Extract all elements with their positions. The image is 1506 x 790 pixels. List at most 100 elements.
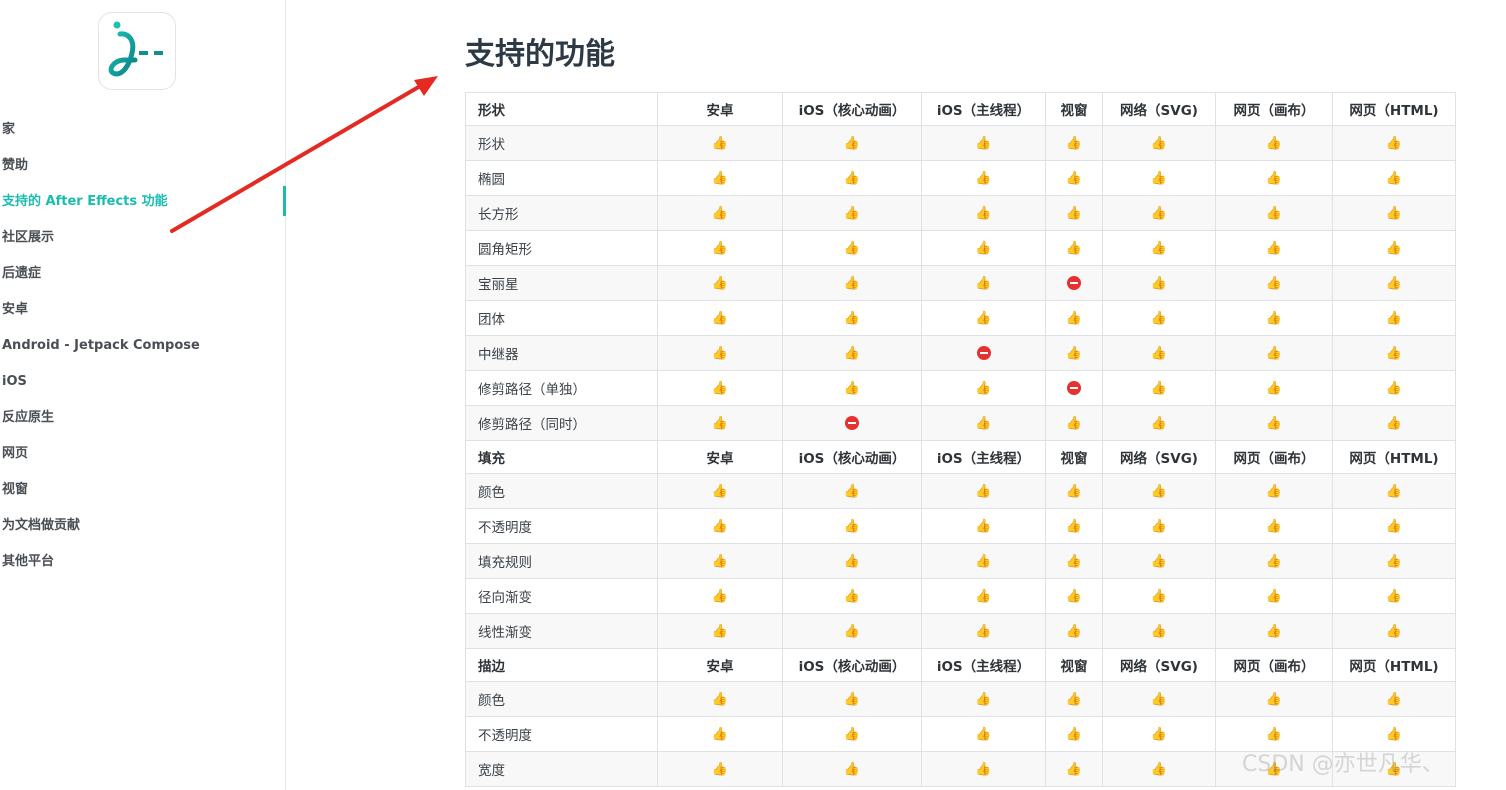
thumbs-up-icon: 👍	[1065, 554, 1083, 569]
support-cell: 👍	[782, 613, 922, 649]
feature-label: 圆角矩形	[465, 230, 658, 266]
support-cell: 👍	[782, 681, 922, 717]
lottie-logo-icon	[108, 21, 163, 77]
support-cell: 👍	[657, 681, 783, 717]
no-entry-icon	[1067, 276, 1081, 290]
support-cell: 👍	[1332, 405, 1456, 441]
sidebar-item[interactable]: 赞助	[0, 148, 280, 184]
support-cell: 👍	[1102, 195, 1216, 231]
sidebar-item[interactable]: 视窗	[0, 472, 280, 508]
section-title: 填充	[465, 440, 658, 474]
feature-label: 修剪路径（单独）	[465, 370, 658, 406]
support-cell: 👍	[1045, 195, 1103, 231]
support-cell: 👍	[921, 681, 1046, 717]
feature-label: 团体	[465, 300, 658, 336]
support-cell: 👍	[1045, 716, 1103, 752]
feature-label: 椭圆	[465, 160, 658, 196]
thumbs-up-icon: 👍	[1065, 762, 1083, 777]
sidebar-item[interactable]: 网页	[0, 436, 280, 472]
sidebar-item[interactable]: 家	[0, 112, 280, 148]
support-cell: 👍	[657, 195, 783, 231]
table-row: 团体 👍 👍 👍 👍 👍 👍 👍	[465, 300, 1456, 336]
support-cell: 👍	[1102, 681, 1216, 717]
thumbs-up-icon: 👍	[843, 276, 861, 291]
thumbs-up-icon: 👍	[1385, 519, 1403, 534]
thumbs-up-icon: 👍	[1150, 311, 1168, 326]
support-cell: 👍	[1102, 751, 1216, 787]
thumbs-up-icon: 👍	[1065, 241, 1083, 256]
sidebar-item[interactable]: 后遗症	[0, 256, 280, 292]
feature-label: 线性渐变	[465, 613, 658, 649]
table-row: 修剪路径（单独） 👍 👍 👍 👍 👍 👍	[465, 370, 1456, 406]
support-cell: 👍	[1102, 160, 1216, 196]
support-cell: 👍	[782, 335, 922, 371]
support-cell: 👍	[657, 160, 783, 196]
thumbs-up-icon: 👍	[1385, 381, 1403, 396]
thumbs-up-icon: 👍	[975, 276, 992, 291]
support-cell: 👍	[1215, 265, 1333, 301]
support-cell: 👍	[1332, 370, 1456, 406]
sidebar-item[interactable]: 反应原生	[0, 400, 280, 436]
csdn-watermark: CSDN @亦世凡华、	[1242, 752, 1444, 777]
support-cell: 👍	[657, 370, 783, 406]
thumbs-up-icon: 👍	[975, 762, 992, 777]
thumbs-up-icon: 👍	[711, 346, 729, 361]
thumbs-up-icon: 👍	[975, 311, 992, 326]
support-cell	[782, 405, 922, 441]
thumbs-up-icon: 👍	[843, 206, 861, 221]
no-entry-icon	[845, 416, 859, 430]
support-cell: 👍	[1332, 335, 1456, 371]
sidebar-item[interactable]: 其他平台	[0, 544, 280, 580]
thumbs-up-icon: 👍	[975, 416, 992, 431]
support-cell: 👍	[657, 508, 783, 544]
sidebar-item[interactable]: Android - Jetpack Compose	[0, 328, 280, 364]
support-cell: 👍	[921, 300, 1046, 336]
thumbs-up-icon: 👍	[711, 519, 729, 534]
thumbs-up-icon: 👍	[975, 171, 992, 186]
support-cell: 👍	[1045, 613, 1103, 649]
thumbs-up-icon: 👍	[1150, 241, 1168, 256]
thumbs-up-icon: 👍	[711, 171, 729, 186]
support-cell: 👍	[1215, 160, 1333, 196]
support-cell: 👍	[1102, 125, 1216, 161]
support-cell: 👍	[921, 613, 1046, 649]
column-header: 网页（HTML)	[1332, 92, 1456, 126]
column-header: 视窗	[1045, 648, 1103, 682]
sidebar-item[interactable]: iOS	[0, 364, 280, 400]
support-cell: 👍	[657, 473, 783, 509]
thumbs-up-icon: 👍	[975, 727, 992, 742]
support-cell: 👍	[1332, 508, 1456, 544]
thumbs-up-icon: 👍	[1150, 276, 1168, 291]
sidebar-item[interactable]: 为文档做贡献	[0, 508, 280, 544]
support-cell: 👍	[1102, 300, 1216, 336]
thumbs-up-icon: 👍	[1265, 276, 1283, 291]
features-table: 形状 安卓 iOS（核心动画） iOS（主线程） 视窗 网络（SVG) 网页（画布） 网页（H…	[465, 92, 1456, 787]
lottie-logo[interactable]	[98, 12, 176, 90]
thumbs-up-icon: 👍	[1385, 624, 1403, 639]
support-cell: 👍	[921, 578, 1046, 614]
thumbs-up-icon: 👍	[1265, 171, 1283, 186]
feature-label: 长方形	[465, 195, 658, 231]
sidebar-item[interactable]: 安卓	[0, 292, 280, 328]
support-cell: 👍	[1102, 543, 1216, 579]
support-cell: 👍	[657, 125, 783, 161]
thumbs-up-icon: 👍	[711, 692, 729, 707]
column-header: 视窗	[1045, 440, 1103, 474]
thumbs-up-icon: 👍	[1265, 136, 1283, 151]
sidebar-item[interactable]: 支持的 After Effects 功能	[0, 184, 280, 220]
column-header: 安卓	[657, 440, 783, 474]
support-cell: 👍	[1332, 613, 1456, 649]
feature-label: 颜色	[465, 473, 658, 509]
sidebar-nav: 家赞助 支持的 After Effects 功能 社区展示 后遗症 安卓 Android …	[0, 112, 280, 580]
support-cell: 👍	[1045, 230, 1103, 266]
thumbs-up-icon: 👍	[843, 381, 861, 396]
support-cell: 👍	[782, 125, 922, 161]
support-cell: 👍	[1102, 265, 1216, 301]
thumbs-up-icon: 👍	[1150, 727, 1168, 742]
sidebar-item[interactable]: 社区展示	[0, 220, 280, 256]
support-cell: 👍	[1215, 473, 1333, 509]
thumbs-up-icon: 👍	[1265, 416, 1283, 431]
support-cell: 👍	[921, 265, 1046, 301]
support-cell: 👍	[1102, 473, 1216, 509]
thumbs-up-icon: 👍	[711, 727, 729, 742]
